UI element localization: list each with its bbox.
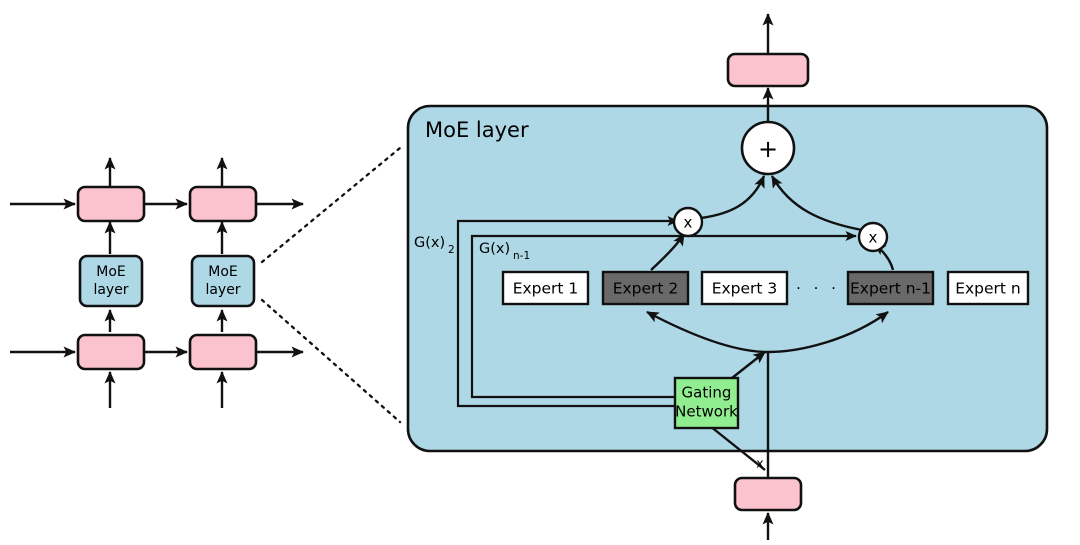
expert-box-n[interactable]: Expert n [946, 270, 1030, 306]
multiply-node-left: x [672, 206, 704, 238]
input-pink-block [733, 476, 803, 512]
output-pink-block [726, 52, 810, 88]
overview-pink-block-top-2 [188, 185, 258, 223]
overview-pink-block-top-1 [76, 185, 146, 223]
input-x-label: x [756, 456, 763, 471]
left-overview-group: MoE layer MoE layer [10, 157, 304, 408]
expert-box-2-label: Expert 2 [613, 280, 679, 298]
gating-network-line1: Gating [682, 384, 732, 402]
multiply-node-left-label: x [684, 214, 693, 232]
gate-label-inner-sub: n-1 [513, 250, 530, 262]
overview-moe-block-1[interactable]: MoE layer [78, 254, 144, 308]
dotted-connector-lower [260, 298, 402, 424]
sum-node: + [740, 120, 796, 176]
expert-box-2[interactable]: Expert 2 [601, 270, 690, 306]
overview-moe-block-1-line2: layer [93, 282, 128, 298]
overview-moe-block-2[interactable]: MoE layer [190, 254, 256, 308]
expert-row-ellipsis: · · · [796, 280, 840, 298]
expert-box-1[interactable]: Expert 1 [501, 270, 590, 306]
moe-diagram-canvas: MoE layer MoE layer MoE layer G(x) 2 G(x… [0, 0, 1080, 545]
multiply-node-right: x [857, 221, 889, 253]
expert-box-3[interactable]: Expert 3 [700, 270, 789, 306]
overview-moe-block-1-line1: MoE [96, 264, 126, 280]
overview-pink-block-bottom-1 [76, 333, 146, 371]
zoom-connectors [260, 146, 402, 424]
gating-network-line2: Network [675, 403, 738, 421]
multiply-node-right-label: x [869, 229, 878, 247]
overview-moe-block-2-line2: layer [205, 282, 240, 298]
gate-label-outer-base: G(x) [414, 235, 445, 251]
expert-box-n-label: Expert n [955, 280, 1021, 298]
expert-box-n-minus-1[interactable]: Expert n-1 [846, 270, 935, 306]
overview-pink-block-bottom-2 [188, 333, 258, 371]
overview-moe-block-2-line1: MoE [208, 264, 238, 280]
expert-box-1-label: Expert 1 [513, 280, 579, 298]
gating-network-box[interactable]: Gating Network [673, 376, 740, 430]
moe-layer-panel-title: MoE layer [425, 118, 529, 142]
sum-node-label: + [758, 135, 778, 163]
expert-row: Expert 1 Expert 2 Expert 3 · · · Expert … [501, 270, 1030, 306]
gate-label-outer-sub: 2 [448, 244, 455, 256]
gate-label-inner-base: G(x) [479, 241, 510, 257]
expert-box-n-minus-1-label: Expert n-1 [850, 280, 931, 298]
diagram-svg: MoE layer MoE layer MoE layer G(x) 2 G(x… [10, 13, 1049, 540]
expert-box-3-label: Expert 3 [712, 280, 778, 298]
